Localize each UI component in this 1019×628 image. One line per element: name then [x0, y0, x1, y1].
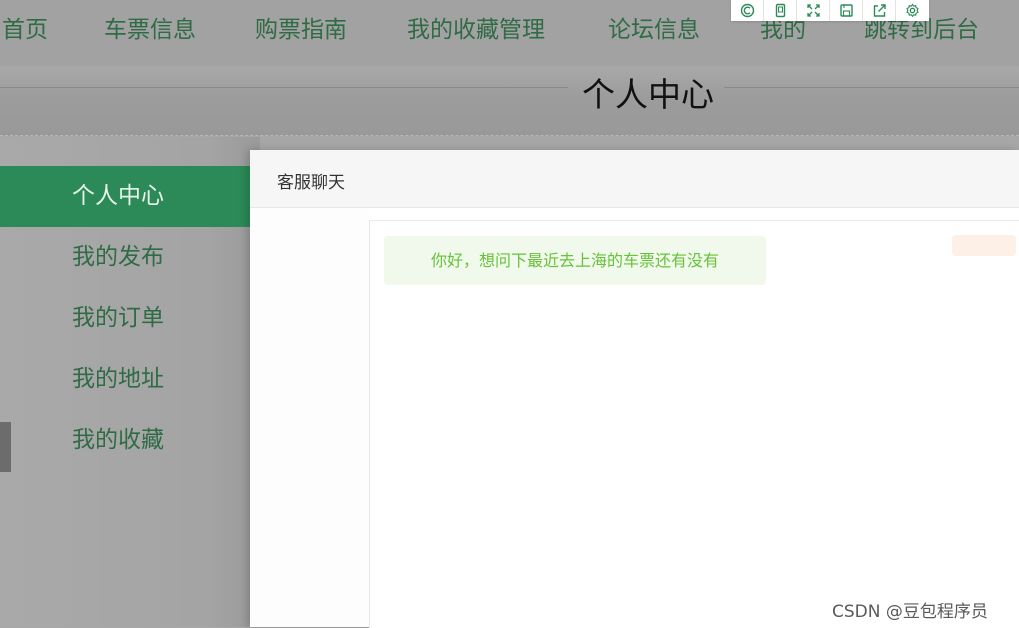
section-band	[0, 66, 1019, 136]
watermark: CSDN @豆包程序员	[832, 602, 988, 622]
chat-dialog: 客服聊天 你好，想问下最近去上海的车票还有没有	[250, 150, 1019, 628]
scrollbar-handle[interactable]	[0, 422, 11, 472]
title-divider-left	[0, 87, 568, 88]
nav-item-purchase-guide[interactable]: 购票指南	[255, 10, 347, 44]
reply-bubble	[952, 235, 1016, 256]
nav-item-favorites-management[interactable]: 我的收藏管理	[407, 10, 545, 44]
screenshot-icon[interactable]	[731, 0, 764, 21]
contact-panel	[250, 208, 369, 627]
expand-icon[interactable]	[797, 0, 830, 21]
message-bubble: 你好，想问下最近去上海的车票还有没有	[384, 236, 766, 285]
nav-item-forum-info[interactable]: 论坛信息	[608, 10, 700, 44]
save-icon[interactable]	[830, 0, 863, 21]
page-title: 个人中心	[582, 75, 714, 114]
sidebar-item-personal-center[interactable]: 个人中心	[0, 166, 250, 227]
nav-item-home[interactable]: 首页	[2, 10, 48, 44]
chat-messages: 你好，想问下最近去上海的车票还有没有	[369, 220, 1019, 628]
dotted-divider	[0, 135, 1019, 136]
sidebar-item-my-posts[interactable]: 我的发布	[0, 227, 250, 288]
nav-item-ticket-info[interactable]: 车票信息	[104, 10, 196, 44]
sidebar-item-my-addresses[interactable]: 我的地址	[0, 349, 250, 410]
share-icon[interactable]	[863, 0, 896, 21]
dialog-title: 客服聊天	[277, 173, 345, 193]
floating-toolbar	[731, 0, 929, 21]
sidebar-item-my-orders[interactable]: 我的订单	[0, 288, 250, 349]
settings-icon[interactable]	[896, 0, 929, 21]
phone-icon[interactable]	[764, 0, 797, 21]
dialog-header: 客服聊天	[250, 150, 1019, 208]
sidebar-item-my-favorites[interactable]: 我的收藏	[0, 410, 250, 471]
title-divider-right	[724, 87, 1019, 88]
